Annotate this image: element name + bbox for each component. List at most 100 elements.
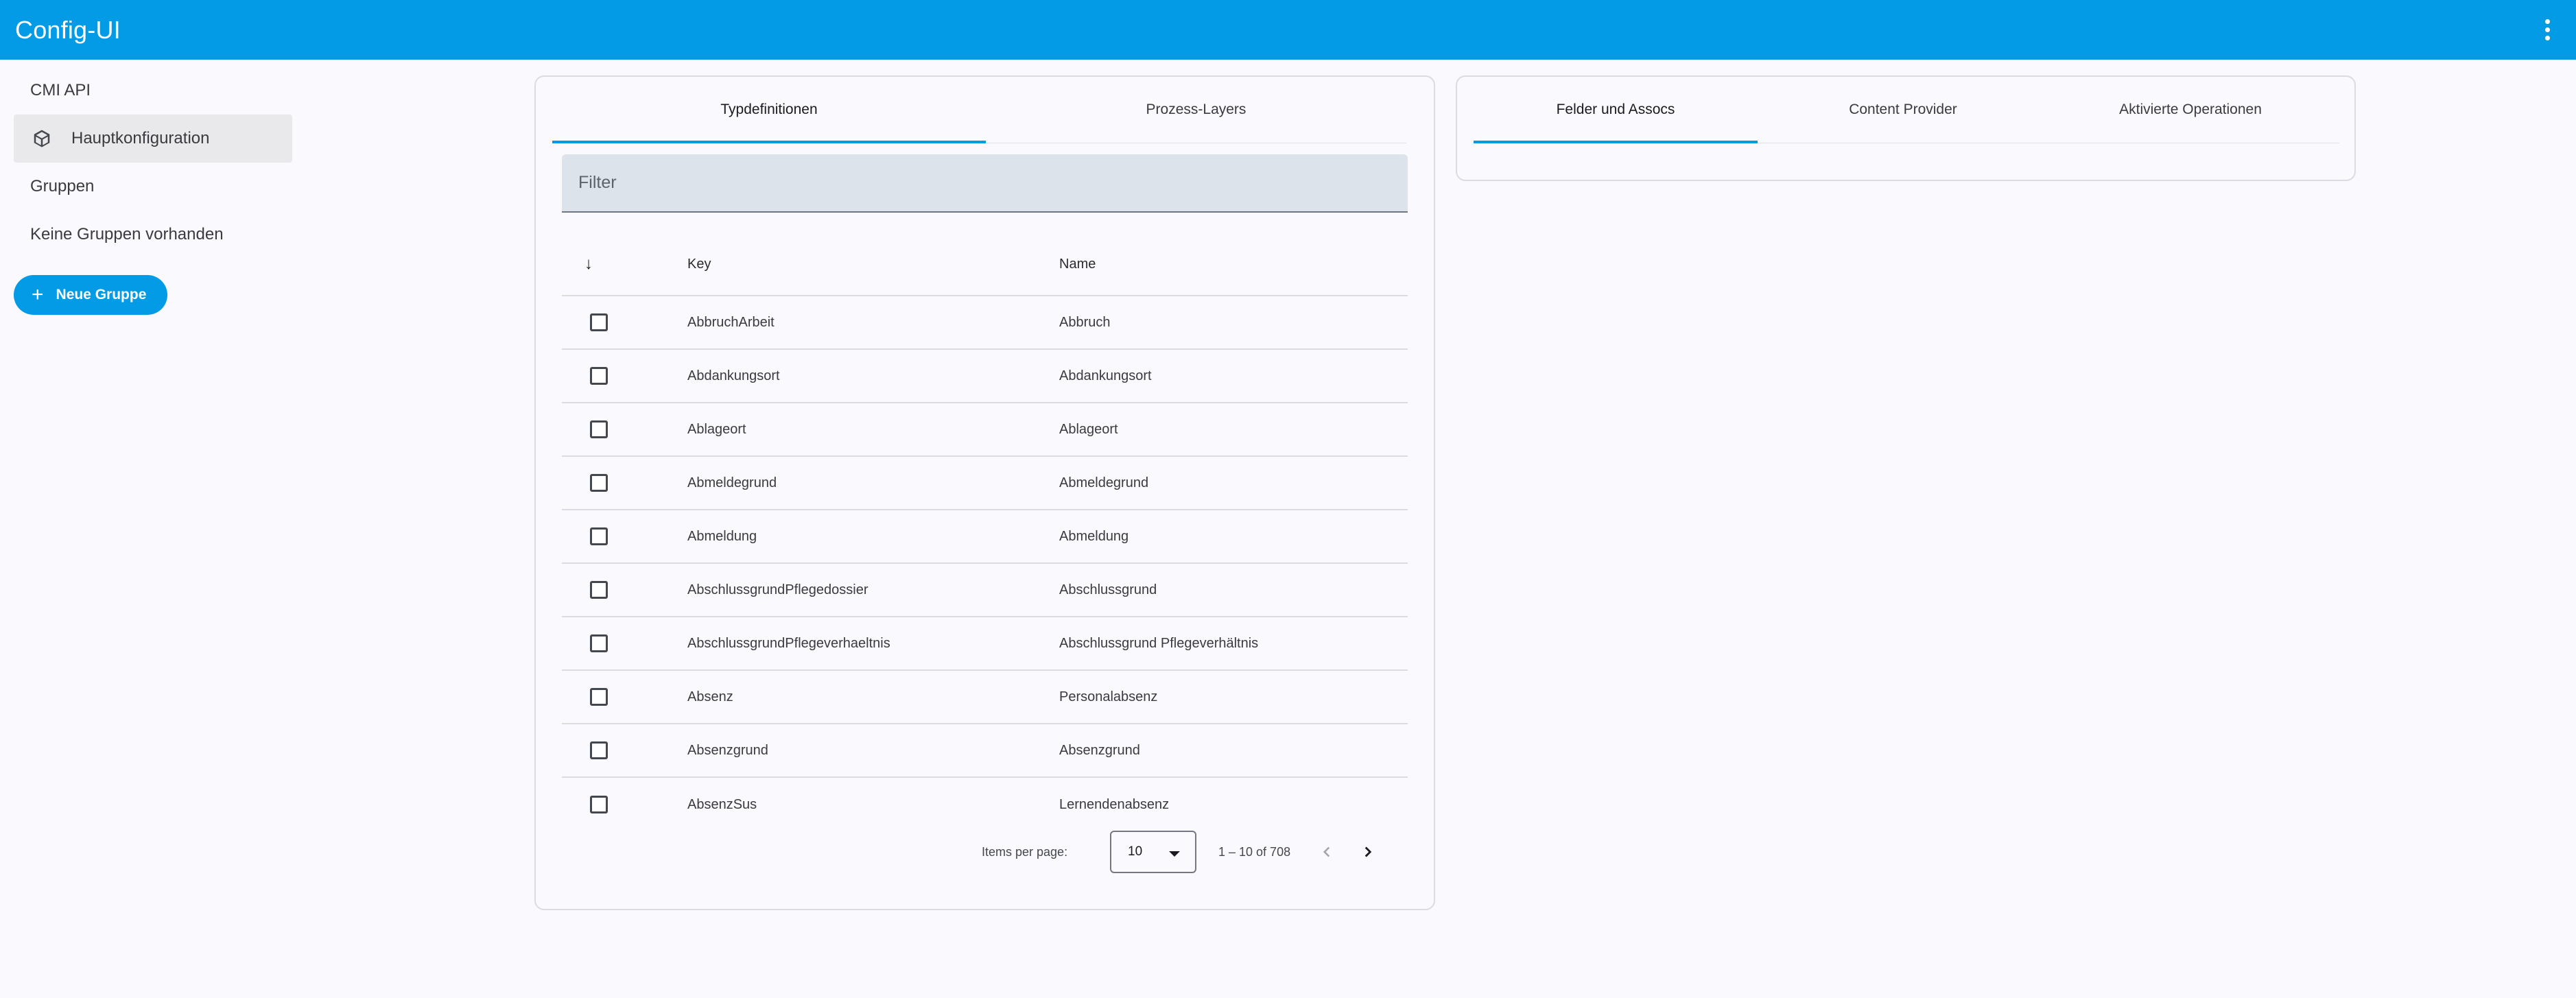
row-key: Abdankungsort xyxy=(687,368,780,383)
next-page-button[interactable] xyxy=(1353,837,1383,867)
row-select-cell xyxy=(562,796,687,813)
table-row[interactable]: Absenzgrund Absenzgrund xyxy=(562,724,1408,778)
left-tab-bar: Typdefinitionen Prozess-Layers xyxy=(552,77,1406,143)
chevron-left-icon xyxy=(1323,846,1330,857)
row-checkbox[interactable] xyxy=(590,581,608,599)
row-checkbox[interactable] xyxy=(590,367,608,385)
sidebar-item-label: CMI API xyxy=(30,81,91,99)
plus-icon: + xyxy=(32,283,44,306)
table-row[interactable]: AbschlussgrundPflegeverhaeltnis Abschluss… xyxy=(562,617,1408,671)
paginator: Items per page: 10 1 – 10 of 708 xyxy=(562,828,1408,876)
row-select-cell xyxy=(562,581,687,599)
page-size-select[interactable]: 10 xyxy=(1110,831,1196,873)
cube-icon xyxy=(30,127,54,150)
table-row[interactable]: AbschlussgrundPflegedossier Abschlussgrun… xyxy=(562,564,1408,617)
sort-header-cell[interactable]: ↓ xyxy=(562,254,687,274)
more-vert-icon[interactable] xyxy=(2533,16,2561,44)
row-select-cell xyxy=(562,634,687,652)
tab-label: Felder und Assocs xyxy=(1556,102,1675,117)
table-body: AbbruchArbeit Abbruch Abdankungsort Abdanku… xyxy=(562,296,1408,831)
row-select-cell xyxy=(562,741,687,759)
menu-dot xyxy=(2544,19,2550,24)
column-header-name[interactable]: Name xyxy=(1059,257,1408,272)
row-name: Abmeldegrund xyxy=(1059,475,1149,490)
row-checkbox[interactable] xyxy=(590,527,608,545)
row-name: Abmeldung xyxy=(1059,528,1129,544)
row-name: Personalabsenz xyxy=(1059,689,1158,704)
row-select-cell xyxy=(562,688,687,706)
items-per-page-label: Items per page: xyxy=(982,844,1068,859)
tab-aktivierte-operationen[interactable]: Aktivierte Operationen xyxy=(2048,77,2332,143)
menu-dot xyxy=(2544,36,2550,40)
menu-dot xyxy=(2544,27,2550,32)
sidebar-item-gruppen[interactable]: Gruppen xyxy=(14,163,292,211)
row-key: Absenzgrund xyxy=(687,742,768,758)
tab-typdefinitionen[interactable]: Typdefinitionen xyxy=(552,77,986,143)
previous-page-button[interactable] xyxy=(1312,837,1342,867)
row-checkbox[interactable] xyxy=(590,634,608,652)
sidebar-item-cmi-api[interactable]: CMI API xyxy=(14,67,292,115)
tab-label: Prozess-Layers xyxy=(1146,102,1246,117)
row-checkbox[interactable] xyxy=(590,688,608,706)
row-name: Abschlussgrund Pflegeverhältnis xyxy=(1059,635,1259,651)
table-row[interactable]: AbsenzSus Lernendenabsenz xyxy=(562,778,1408,831)
filter-input[interactable] xyxy=(578,173,1408,193)
row-name: Abschlussgrund xyxy=(1059,582,1157,597)
chevron-right-icon xyxy=(1364,846,1372,857)
sidebar: CMI API Hauptkonfiguration Gruppen Keine… xyxy=(14,67,292,315)
filter-field[interactable] xyxy=(562,154,1408,213)
sidebar-item-label: Keine Gruppen vorhanden xyxy=(30,225,224,243)
row-name: Abdankungsort xyxy=(1059,368,1152,383)
page-size-value: 10 xyxy=(1128,844,1143,859)
app-title: Config-UI xyxy=(15,15,121,44)
row-checkbox[interactable] xyxy=(590,313,608,331)
tab-label: Aktivierte Operationen xyxy=(2119,102,2262,117)
page-range-label: 1 – 10 of 708 xyxy=(1218,844,1291,859)
row-key: AbbruchArbeit xyxy=(687,314,775,330)
tab-felder-und-assocs[interactable]: Felder und Assocs xyxy=(1474,77,1758,143)
sidebar-item-no-groups: Keine Gruppen vorhanden xyxy=(14,211,292,259)
table-row[interactable]: Absenz Personalabsenz xyxy=(562,671,1408,724)
sidebar-item-hauptkonfiguration[interactable]: Hauptkonfiguration xyxy=(14,115,292,163)
row-key: AbschlussgrundPflegedossier xyxy=(687,582,868,597)
row-checkbox[interactable] xyxy=(590,474,608,492)
column-header-key[interactable]: Key xyxy=(687,257,1059,272)
sidebar-item-label: Gruppen xyxy=(30,177,95,195)
row-select-cell xyxy=(562,474,687,492)
row-checkbox[interactable] xyxy=(590,741,608,759)
row-key: Absenz xyxy=(687,689,733,704)
new-group-button[interactable]: + Neue Gruppe xyxy=(14,275,167,315)
tab-label: Content Provider xyxy=(1849,102,1957,117)
type-table: ↓ Key Name AbbruchArbeit Abbruch Abdankung… xyxy=(562,233,1408,831)
right-tab-bar: Felder und Assocs Content Provider Aktiv… xyxy=(1474,77,2339,143)
row-key: AbsenzSus xyxy=(687,796,757,812)
row-name: Absenzgrund xyxy=(1059,742,1140,758)
fields-card: Felder und Assocs Content Provider Aktiv… xyxy=(1456,75,2356,181)
table-row[interactable]: AbbruchArbeit Abbruch xyxy=(562,296,1408,350)
row-select-cell xyxy=(562,420,687,438)
row-checkbox[interactable] xyxy=(590,796,608,813)
top-app-bar: Config-UI xyxy=(0,0,2576,60)
table-row[interactable]: Abmeldegrund Abmeldegrund xyxy=(562,457,1408,510)
type-definitions-card: Typdefinitionen Prozess-Layers ↓ Key Nam… xyxy=(534,75,1435,910)
tab-content-provider[interactable]: Content Provider xyxy=(1758,77,2048,143)
table-row[interactable]: Abmeldung Abmeldung xyxy=(562,510,1408,564)
new-group-label: Neue Gruppe xyxy=(56,287,147,302)
row-key: AbschlussgrundPflegeverhaeltnis xyxy=(687,635,890,651)
sidebar-item-label: Hauptkonfiguration xyxy=(71,129,210,147)
arrow-down-icon: ↓ xyxy=(584,254,593,273)
row-name: Abbruch xyxy=(1059,314,1111,330)
row-key: Ablageort xyxy=(687,421,746,437)
row-select-cell xyxy=(562,313,687,331)
row-key: Abmeldung xyxy=(687,528,757,544)
caret-down-icon xyxy=(1169,851,1180,857)
row-key: Abmeldegrund xyxy=(687,475,777,490)
tab-label: Typdefinitionen xyxy=(720,102,818,117)
row-name: Lernendenabsenz xyxy=(1059,796,1170,812)
row-select-cell xyxy=(562,367,687,385)
table-row[interactable]: Ablageort Ablageort xyxy=(562,403,1408,457)
tab-prozess-layers[interactable]: Prozess-Layers xyxy=(986,77,1406,143)
table-row[interactable]: Abdankungsort Abdankungsort xyxy=(562,350,1408,403)
row-checkbox[interactable] xyxy=(590,420,608,438)
table-header: ↓ Key Name xyxy=(562,233,1408,296)
